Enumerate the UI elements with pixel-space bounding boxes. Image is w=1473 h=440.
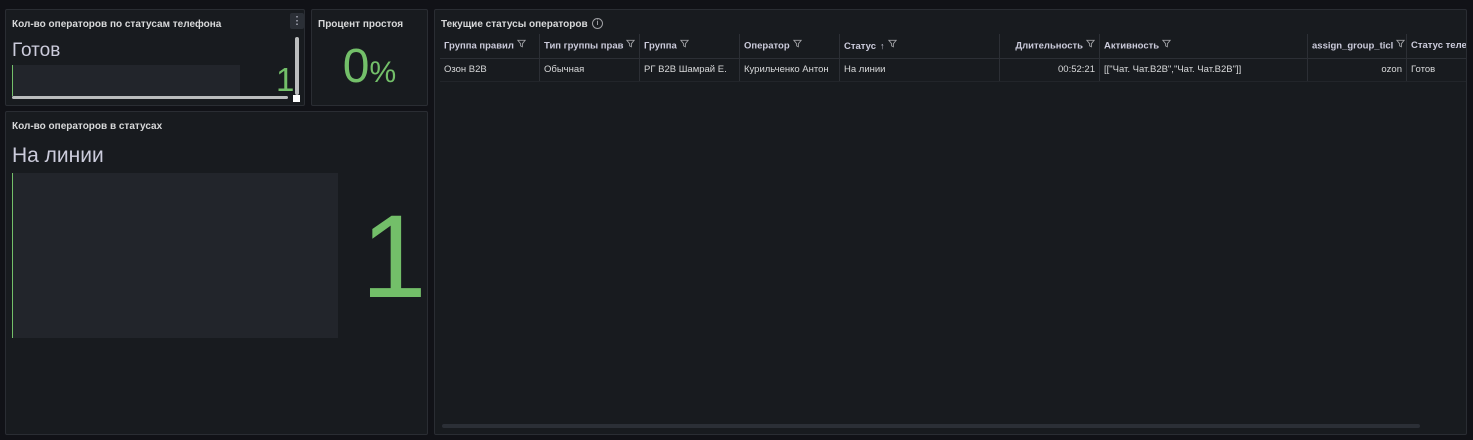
column-header-label: Длительность: [1015, 40, 1083, 52]
stat-value: 1: [276, 61, 295, 98]
vertical-scrollbar[interactable]: [295, 37, 299, 95]
info-icon[interactable]: i: [592, 18, 603, 29]
filter-icon[interactable]: [679, 34, 689, 58]
table-cell: [["Чат. Чат.B2B","Чат. Чат.B2B"]]: [1100, 59, 1308, 81]
column-header[interactable]: Статус теле: [1407, 34, 1467, 58]
panel-title: Кол-во операторов в статусах: [12, 121, 163, 132]
panel-title: Кол-во операторов по статусам телефона: [12, 19, 222, 30]
stat-bar-background: [12, 173, 338, 338]
column-header[interactable]: Активность: [1100, 34, 1308, 58]
percent-number: 0: [342, 40, 370, 93]
column-header-label: Группа: [644, 40, 677, 52]
panel-menu-icon[interactable]: ⋮: [290, 13, 304, 29]
column-header-label: Группа правил: [444, 40, 514, 52]
filter-icon[interactable]: [887, 34, 897, 58]
stat-value: 0%: [312, 42, 427, 103]
stat-bar-background: [12, 65, 240, 96]
filter-icon[interactable]: [792, 34, 802, 58]
column-header-label: Оператор: [744, 40, 790, 52]
table-body: Озон B2B Обычная РГ B2B Шамрай Е. Курильчен…: [440, 59, 1466, 82]
status-count-panel: Кол-во операторов в статусах На линии 1: [5, 111, 428, 435]
table-cell: РГ B2B Шамрай Е.: [640, 59, 740, 81]
phone-status-panel: Кол-во операторов по статусам телефона ⋮…: [5, 9, 305, 106]
table-cell: На линии: [840, 59, 1000, 81]
table-cell: ozon: [1308, 59, 1407, 81]
stat-label: На линии: [12, 144, 104, 167]
horizontal-scrollbar[interactable]: [12, 96, 288, 99]
filter-icon[interactable]: [516, 34, 526, 58]
panel-title: Текущие статусы операторов: [441, 19, 588, 30]
filter-icon[interactable]: [1162, 34, 1172, 58]
column-header[interactable]: Длительность: [1000, 34, 1100, 58]
column-header-label: Активность: [1104, 40, 1160, 52]
column-header-label: Тип группы прав: [544, 40, 624, 52]
column-header-label: Статус теле: [1411, 40, 1467, 51]
table-cell: Курильченко Антон: [740, 59, 840, 81]
column-header[interactable]: Тип группы прав: [540, 34, 640, 58]
stat-bar-fill: [12, 173, 13, 338]
table-cell: 00:52:21: [1000, 59, 1100, 81]
status-table: Группа правил Тип группы прав Группа Операт…: [440, 34, 1467, 82]
column-header[interactable]: Статус ↑: [840, 34, 1000, 58]
resize-handle[interactable]: [293, 95, 300, 102]
table-cell: Озон B2B: [440, 59, 540, 81]
idle-percent-panel: Процент простоя 0%: [311, 9, 428, 106]
column-header-label: Статус: [844, 41, 877, 52]
stat-label: Готов: [12, 40, 61, 61]
column-header-label: assign_group_ticl: [1312, 40, 1394, 52]
sort-asc-icon[interactable]: ↑: [880, 34, 885, 58]
column-header[interactable]: Группа: [640, 34, 740, 58]
column-header[interactable]: Оператор: [740, 34, 840, 58]
filter-icon[interactable]: [1396, 34, 1406, 58]
horizontal-scrollbar[interactable]: [442, 424, 1420, 428]
percent-unit: %: [369, 56, 397, 89]
stat-value: 1: [361, 191, 427, 323]
table-cell: Готов: [1411, 64, 1436, 75]
panel-title: Процент простоя: [318, 19, 404, 30]
stat-bar-fill: [12, 65, 13, 96]
filter-icon[interactable]: [1085, 34, 1096, 58]
column-header[interactable]: assign_group_ticl: [1308, 34, 1407, 58]
table-cell: Обычная: [540, 59, 640, 81]
table-header: Группа правил Тип группы прав Группа Операт…: [440, 34, 1467, 59]
filter-icon[interactable]: [626, 34, 636, 58]
column-header[interactable]: Группа правил: [440, 34, 540, 58]
table-row[interactable]: Озон B2B Обычная РГ B2B Шамрай Е. Курильчен…: [440, 59, 1466, 82]
current-statuses-panel: Текущие статусы операторов i Группа прав…: [434, 9, 1467, 435]
